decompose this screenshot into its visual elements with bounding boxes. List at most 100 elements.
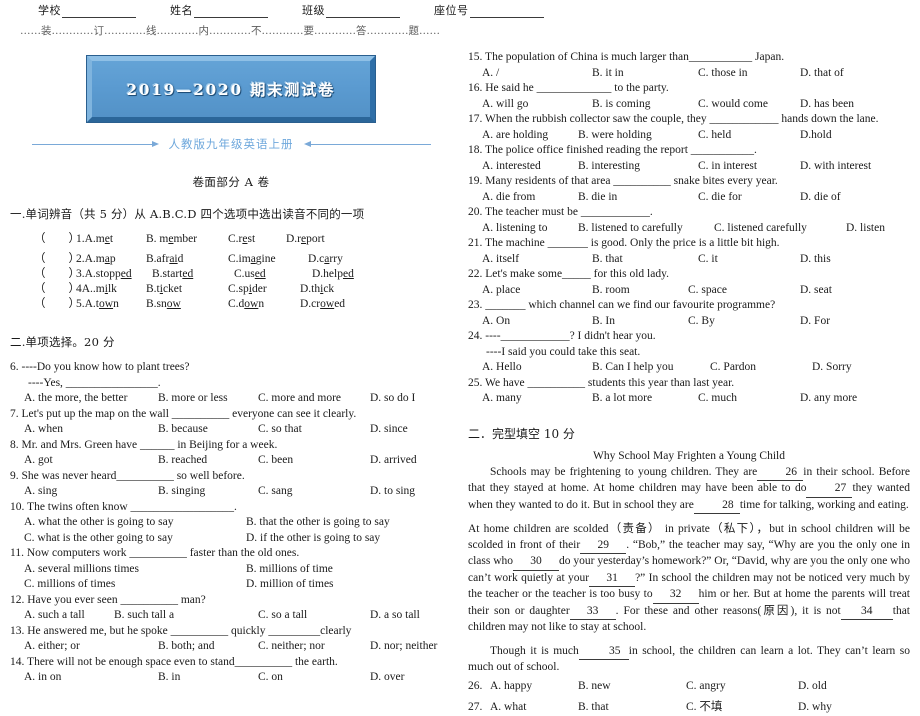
phonetics-option[interactable]: C.rest — [228, 232, 286, 247]
option[interactable]: C. held — [698, 128, 800, 144]
option[interactable]: C. neither; nor — [258, 639, 370, 655]
phonetics-option[interactable]: 1.A.met — [76, 232, 146, 247]
phonetics-option[interactable]: D.carry — [308, 252, 343, 267]
phonetics-option[interactable]: C.down — [228, 297, 300, 312]
option[interactable]: C. it — [698, 252, 800, 268]
option[interactable]: D. has been — [800, 97, 854, 113]
option[interactable]: C. what is the other going to say — [24, 531, 246, 547]
phonetics-option[interactable]: B.ticket — [146, 282, 228, 297]
option[interactable]: C. By — [688, 314, 800, 330]
phonetics-option[interactable]: B.snow — [146, 297, 228, 312]
option[interactable]: C. space — [688, 283, 800, 299]
option[interactable]: B. listened to carefully — [578, 221, 714, 237]
option[interactable]: B. Can I help you — [592, 360, 710, 376]
option[interactable]: B. millions of time — [246, 562, 333, 578]
option[interactable]: D. over — [370, 670, 405, 686]
phonetics-option[interactable]: C.imagine — [228, 252, 308, 267]
id-blank-seat-number[interactable] — [469, 6, 544, 18]
option[interactable]: C. on — [258, 670, 370, 686]
option[interactable]: B. because — [158, 422, 258, 438]
option[interactable]: C. so a tall — [258, 608, 370, 624]
option[interactable]: D. a so tall — [370, 608, 420, 624]
option[interactable]: C. die for — [698, 190, 800, 206]
phonetics-option[interactable]: D.helped — [312, 267, 354, 282]
option[interactable]: D. die of — [800, 190, 841, 206]
phonetics-option[interactable]: D.report — [286, 232, 325, 247]
option[interactable]: D. listen — [846, 221, 885, 237]
option[interactable]: A. are holding — [482, 128, 578, 144]
option[interactable]: C. sang — [258, 484, 370, 500]
id-blank-class[interactable] — [326, 6, 400, 18]
option[interactable]: B. in — [158, 670, 258, 686]
option[interactable]: C. much — [698, 391, 800, 407]
phonetics-option[interactable]: C.spider — [228, 282, 300, 297]
cloze-gap[interactable]: 31 — [589, 571, 636, 587]
option[interactable]: B. that — [578, 700, 686, 716]
option[interactable]: C. in interest — [698, 159, 800, 175]
option[interactable]: D. any more — [800, 391, 857, 407]
option[interactable]: A. several millions times — [24, 562, 246, 578]
id-blank-school[interactable] — [62, 6, 136, 18]
phonetics-option[interactable]: D.thick — [300, 282, 334, 297]
option[interactable]: B. reached — [158, 453, 258, 469]
answer-bracket[interactable]: （ ） — [34, 282, 80, 297]
option[interactable]: A. in on — [24, 670, 158, 686]
cloze-gap[interactable]: 29 — [580, 538, 627, 554]
option[interactable]: C. listened carefully — [714, 221, 846, 237]
option[interactable]: B. it in — [592, 66, 698, 82]
option[interactable]: B. room — [592, 283, 688, 299]
option[interactable]: B. that — [592, 252, 698, 268]
option[interactable]: D. old — [798, 679, 827, 695]
option[interactable]: C. Pardon — [710, 360, 812, 376]
option[interactable]: D. arrived — [370, 453, 417, 469]
phonetics-option[interactable]: D.crowed — [300, 297, 345, 312]
answer-bracket[interactable]: （ ） — [34, 267, 80, 282]
answer-bracket[interactable]: （ ） — [34, 252, 80, 267]
option[interactable]: C. those in — [698, 66, 800, 82]
answer-bracket[interactable]: （ ） — [34, 232, 80, 247]
option[interactable]: D. Sorry — [812, 360, 852, 376]
option[interactable]: D. this — [800, 252, 831, 268]
option[interactable]: B. singing — [158, 484, 258, 500]
option[interactable]: A. place — [482, 283, 592, 299]
option[interactable]: A. either; or — [24, 639, 158, 655]
option[interactable]: B. were holding — [578, 128, 698, 144]
option[interactable]: A. / — [482, 66, 592, 82]
cloze-gap[interactable]: 32 — [652, 587, 699, 604]
cloze-gap[interactable]: 27 — [806, 481, 853, 498]
option[interactable]: D. that of — [800, 66, 844, 82]
phonetics-option[interactable]: 5.A.town — [76, 297, 146, 312]
option[interactable]: A. Hello — [482, 360, 592, 376]
option[interactable]: A. itself — [482, 252, 592, 268]
phonetics-option[interactable]: B.started — [152, 267, 234, 282]
cloze-gap[interactable]: 30 — [513, 554, 560, 571]
cloze-gap[interactable]: 33 — [569, 604, 616, 620]
option[interactable]: A. will go — [482, 97, 592, 113]
option[interactable]: A. listening to — [482, 221, 578, 237]
option[interactable]: A. got — [24, 453, 158, 469]
option[interactable]: A. such a tall — [24, 608, 114, 624]
option[interactable]: A. On — [482, 314, 592, 330]
option[interactable]: C. would come — [698, 97, 800, 113]
option[interactable]: C. 不填 — [686, 700, 798, 716]
cloze-gap[interactable]: 34 — [840, 604, 893, 620]
option[interactable]: C. millions of times — [24, 577, 246, 593]
option[interactable]: D. since — [370, 422, 408, 438]
option[interactable]: D. nor; neither — [370, 639, 437, 655]
option[interactable]: A. die from — [482, 190, 578, 206]
option[interactable]: C. angry — [686, 679, 798, 695]
cloze-gap[interactable]: 26 — [757, 465, 804, 481]
option[interactable]: D. why — [798, 700, 832, 716]
phonetics-option[interactable]: C.used — [234, 267, 312, 282]
option[interactable]: D. with interest — [800, 159, 871, 175]
option[interactable]: C. been — [258, 453, 370, 469]
option[interactable]: D. to sing — [370, 484, 415, 500]
option[interactable]: A. when — [24, 422, 158, 438]
answer-bracket[interactable]: （ ） — [34, 297, 80, 312]
option[interactable]: D. million of times — [246, 577, 334, 593]
cloze-gap[interactable]: 28 — [693, 498, 740, 514]
option[interactable]: A. sing — [24, 484, 158, 500]
option[interactable]: A. interested — [482, 159, 578, 175]
option[interactable]: B. die in — [578, 190, 698, 206]
option[interactable]: B. both; and — [158, 639, 258, 655]
